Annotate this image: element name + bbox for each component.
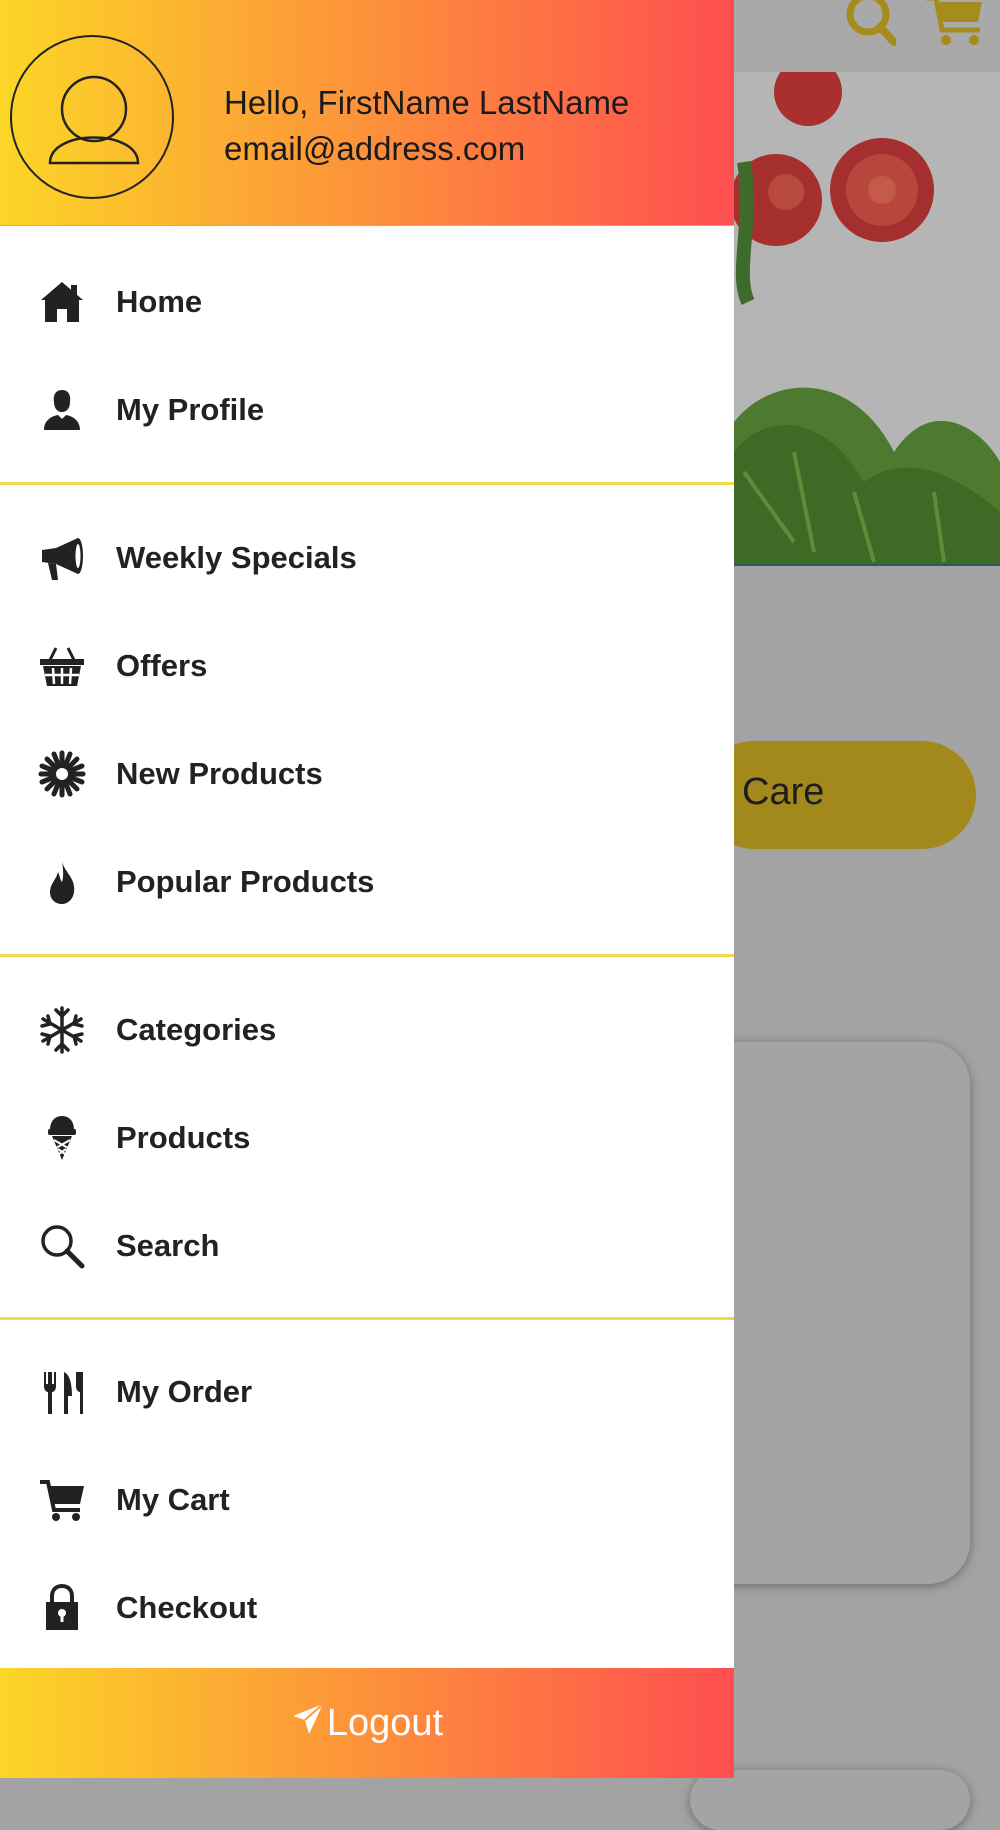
ice-cream-icon [48, 1116, 76, 1160]
section-divider [0, 1317, 734, 1320]
avatar[interactable] [10, 35, 174, 199]
flame-icon [50, 861, 75, 904]
menu-item-label: My Order [116, 1374, 253, 1409]
menu-item-label: Weekly Specials [116, 540, 357, 575]
menu-item-products[interactable]: Products [0, 1088, 734, 1188]
section-divider [0, 482, 734, 485]
menu-item-weekly-specials[interactable]: Weekly Specials [0, 508, 734, 608]
menu-item-popular-products[interactable]: Popular Products [0, 832, 734, 932]
menu-item-my-profile[interactable]: My Profile [0, 360, 734, 460]
menu-item-label: Home [116, 284, 203, 319]
menu-item-label: Checkout [116, 1590, 258, 1625]
menu-item-label: My Profile [116, 392, 265, 427]
basket-icon [40, 647, 84, 686]
search-icon [41, 1225, 85, 1269]
produce-banner-image [734, 72, 1000, 566]
menu-item-home[interactable]: Home [0, 252, 734, 352]
menu-item-checkout[interactable]: Checkout [0, 1558, 734, 1658]
lock-icon [46, 1584, 78, 1630]
menu-item-label: Search [116, 1228, 220, 1263]
cutlery-icon [44, 1372, 83, 1414]
person-icon [44, 390, 80, 430]
menu-item-search[interactable]: Search [0, 1196, 734, 1296]
menu-item-label: New Products [116, 756, 323, 791]
cart-icon [926, 0, 982, 45]
care-button-label: Care [742, 771, 825, 813]
care-button[interactable]: Care [700, 741, 976, 849]
menu-item-label: Categories [116, 1012, 277, 1047]
menu-item-offers[interactable]: Offers [0, 616, 734, 716]
megaphone-icon [42, 538, 83, 580]
logout-button[interactable]: Logout [0, 1668, 734, 1778]
menu-item-label: Products [116, 1120, 251, 1155]
background-card [690, 1770, 970, 1830]
drawer-header: Hello, FirstName LastName email@address.… [0, 0, 734, 226]
starburst-icon [38, 750, 86, 798]
user-icon [48, 75, 140, 165]
logout-label: Logout [326, 1701, 444, 1744]
user-greeting: Hello, FirstName LastName [224, 84, 630, 121]
menu-item-my-order[interactable]: My Order [0, 1342, 734, 1442]
menu-item-label: My Cart [116, 1482, 230, 1517]
menu-item-label: Offers [116, 648, 208, 683]
user-email: email@address.com [224, 130, 526, 167]
search-icon [846, 0, 896, 46]
menu-item-new-products[interactable]: New Products [0, 724, 734, 824]
home-icon [41, 282, 83, 322]
menu-item-my-cart[interactable]: My Cart [0, 1450, 734, 1550]
menu-item-label: Popular Products [116, 864, 375, 899]
menu-item-categories[interactable]: Categories [0, 980, 734, 1080]
cart-icon [40, 1480, 84, 1521]
send-icon [292, 1703, 324, 1734]
snowflake-icon [40, 1006, 84, 1054]
section-divider [0, 954, 734, 957]
navigation-drawer: Hello, FirstName LastName email@address.… [0, 0, 734, 1778]
